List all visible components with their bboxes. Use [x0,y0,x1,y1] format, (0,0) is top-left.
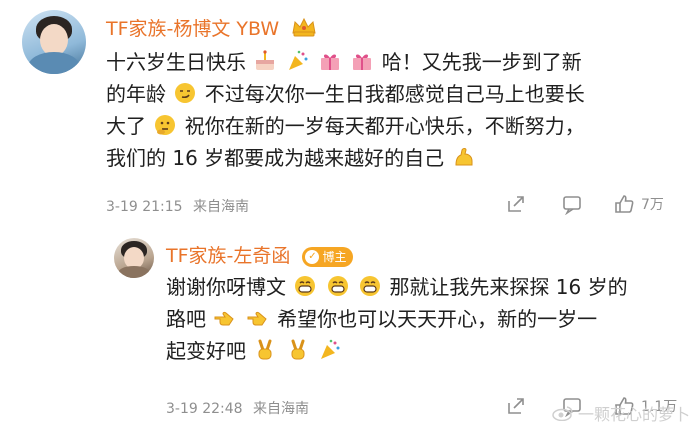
author-badge: ✓ 博主 [302,246,354,267]
like-button[interactable]: 7万 [613,193,664,215]
gift-icon [321,54,340,70]
comment-body: 谢谢你呀博文 那就让我先来探探 16 岁的 路吧 希望你也可以天天开心，新的一岁… [166,271,686,367]
party-popper-icon [321,339,340,359]
watermark-text: 一颗花心的萝卜 [577,405,690,424]
grin-emoji-icon [295,276,316,296]
comment-username[interactable]: TF家族-杨博文 YBW [106,14,317,42]
like-count: 7万 [641,197,664,213]
avatar[interactable] [22,10,86,74]
victory-hand-icon [291,339,305,360]
comment-text-line: 路吧 [166,307,206,331]
comment-source: 来自海南 [253,401,310,417]
comment-text-line: 谢谢你呀博文 [166,275,286,299]
comment-time: 3-19 21:15 [106,199,183,215]
share-button[interactable] [505,395,527,417]
party-popper-icon [288,50,308,70]
grin-emoji-icon [360,276,381,296]
comment-meta: 3-19 21:15 来自海南 [106,196,249,216]
comment-text-line: 不过每次你一生日我都感觉自己马上也要长 [204,82,585,106]
share-icon [508,196,524,212]
author-badge-label: 博主 [322,250,347,264]
comment-icon [563,196,581,215]
watermark: 一颗花心的萝卜 [552,401,690,425]
comment-meta: 3-19 22:48 来自海南 [166,398,309,418]
smirk-emoji-icon [175,83,196,103]
grin-emoji-icon [327,276,348,296]
crown-icon [291,17,317,42]
comment-text-line: 祝你在新的一岁每天都开心快乐，不断努力， [184,114,585,138]
comment-username[interactable]: TF家族-左奇函 ✓ 博主 [166,241,354,268]
thumbs-up-icon [615,195,634,213]
comment-text-line: 我们的 16 岁都要成为越来越好的自己 [106,146,445,170]
username-text[interactable]: TF家族-左奇函 [166,245,290,267]
comment-text-line: 哈！又先我一步到了新 [381,50,582,74]
comment-source: 来自海南 [193,199,250,215]
comment-body: 十六岁生日快乐 哈！又先我一步到了新 的年龄 不过每次你一生日我都感觉自己马上也… [106,46,686,174]
victory-hand-icon [258,339,272,360]
share-button[interactable] [505,193,527,215]
pointing-hand-icon [214,311,235,326]
comment-text-line: 大了 [106,114,146,138]
comment-text-line: 起变好吧 [166,339,246,363]
avatar[interactable] [114,238,154,278]
comment-time: 3-19 22:48 [166,401,243,417]
cake-emoji-icon [256,50,275,70]
author-badge-icon: ✓ [305,249,320,264]
share-icon [508,398,524,414]
username-text[interactable]: TF家族-杨博文 YBW [106,18,279,40]
pointing-hand-icon [247,311,267,326]
comment-button[interactable] [561,193,583,215]
weibo-logo-icon [552,406,573,421]
gift-icon [353,54,372,70]
flexed-bicep-icon [455,148,473,166]
comment-text-line: 那就让我先来探探 16 岁的 [389,275,628,299]
comment-text-line: 的年龄 [106,82,166,106]
thinking-emoji-icon [155,115,176,135]
comment-text-line: 十六岁生日快乐 [106,50,246,74]
comment-text-line: 希望你也可以天天开心，新的一岁一 [277,307,598,331]
